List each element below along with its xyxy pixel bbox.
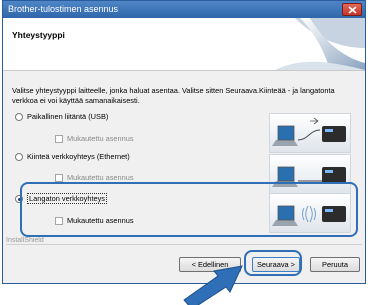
usb-custom-install: Mukautettu asennus [55, 134, 134, 144]
footer-divider [6, 244, 362, 245]
ethernet-custom-label: Mukautettu asennus [67, 173, 134, 182]
ethernet-custom-checkbox [55, 174, 63, 183]
ethernet-option[interactable]: Kiinteä verkkoyhteys (Ethernet) [15, 152, 130, 162]
usb-custom-label: Mukautettu asennus [67, 134, 134, 143]
next-button-highlight [244, 250, 302, 276]
close-icon [348, 6, 357, 14]
usb-custom-checkbox [55, 135, 63, 144]
instruction-text: Valitse yhteystyyppi laitteelle, jonka h… [12, 86, 335, 105]
ethernet-custom-install: Mukautettu asennus [55, 173, 134, 183]
installer-window: Brother-tulostimen asennus Yhteystyyppi … [2, 0, 366, 284]
ethernet-radio[interactable] [15, 153, 23, 162]
usb-radio[interactable] [15, 113, 23, 122]
title-bar[interactable]: Brother-tulostimen asennus [3, 1, 365, 18]
close-button[interactable] [342, 3, 362, 16]
installshield-label: InstallShield [6, 237, 44, 244]
cancel-button[interactable]: Peruuta [310, 257, 360, 272]
usb-option-label: Paikallinen liitäntä (USB) [27, 112, 109, 121]
header-panel: Yhteystyyppi [3, 18, 365, 71]
window-title: Brother-tulostimen asennus [8, 4, 119, 14]
ethernet-option-label: Kiinteä verkkoyhteys (Ethernet) [27, 152, 130, 161]
header-swirl-graphic [275, 18, 365, 70]
usb-option[interactable]: Paikallinen liitäntä (USB) [15, 112, 109, 122]
wireless-option-highlight [20, 182, 358, 237]
pointer-arrow-icon [183, 265, 243, 305]
usb-connection-icon [269, 113, 351, 153]
page-title: Yhteystyyppi [12, 30, 65, 40]
